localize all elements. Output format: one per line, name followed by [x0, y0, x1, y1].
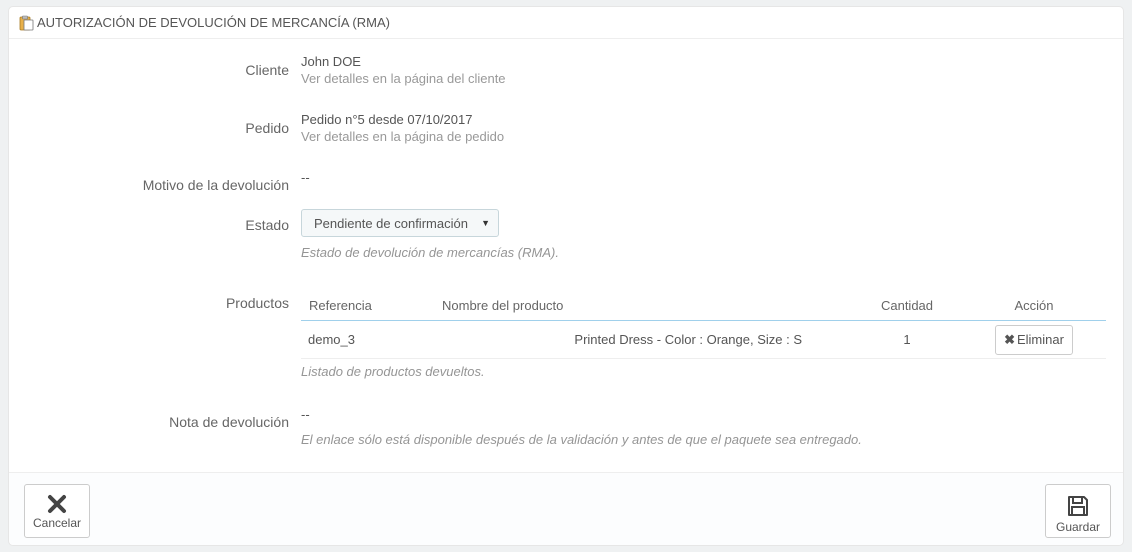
row-action-cell: ✖ Eliminar	[962, 320, 1106, 359]
products-help: Listado de productos devueltos.	[301, 364, 485, 379]
table-row: demo_3 Printed Dress - Color : Orange, S…	[301, 320, 1106, 359]
status-selected-value: Pendiente de confirmación	[314, 216, 468, 231]
row-product-name: Printed Dress - Color : Orange, Size : S	[434, 320, 852, 359]
cancel-button[interactable]: Cancelar	[24, 484, 90, 538]
save-label: Guardar	[1055, 520, 1101, 534]
status-help: Estado de devolución de mercancías (RMA)…	[301, 245, 559, 260]
order-text: Pedido n°5 desde 07/10/2017	[301, 112, 473, 127]
row-quantity: 1	[852, 320, 962, 359]
floppy-disk-icon	[1068, 496, 1088, 516]
note-label: Nota de devolución	[169, 414, 289, 430]
products-label: Productos	[225, 295, 289, 311]
caret-down-icon: ▼	[481, 218, 490, 228]
note-help: El enlace sólo está disponible después d…	[301, 432, 862, 447]
reason-value: --	[301, 170, 310, 185]
header-reference: Referencia	[301, 290, 434, 321]
customer-name: John DOE	[301, 54, 361, 69]
save-button[interactable]: Guardar	[1045, 484, 1111, 538]
products-table: Referencia Nombre del producto Cantidad …	[301, 290, 1106, 359]
header-action: Acción	[962, 290, 1106, 321]
customer-label: Cliente	[245, 62, 289, 78]
times-icon: ✖	[1004, 331, 1015, 347]
panel-heading: AUTORIZACIÓN DE DEVOLUCIÓN DE MERCANCÍA …	[9, 7, 1123, 39]
table-header-row: Referencia Nombre del producto Cantidad …	[301, 290, 1106, 321]
row-reference: demo_3	[301, 320, 434, 359]
status-label: Estado	[245, 217, 289, 233]
cancel-label: Cancelar	[32, 516, 82, 530]
customer-info: John DOE Ver detalles en la página del c…	[301, 54, 506, 86]
panel-title: AUTORIZACIÓN DE DEVOLUCIÓN DE MERCANCÍA …	[37, 15, 390, 30]
order-details-link[interactable]: Ver detalles en la página de pedido	[301, 129, 504, 144]
status-select[interactable]: Pendiente de confirmación ▼	[301, 209, 499, 237]
order-label: Pedido	[245, 120, 289, 136]
reason-label: Motivo de la devolución	[142, 177, 289, 193]
note-value: --	[301, 407, 310, 422]
delete-product-button[interactable]: ✖ Eliminar	[995, 324, 1073, 355]
header-product-name: Nombre del producto	[434, 290, 852, 321]
delete-label: Eliminar	[1016, 332, 1064, 347]
close-icon	[48, 495, 66, 513]
rma-panel: AUTORIZACIÓN DE DEVOLUCIÓN DE MERCANCÍA …	[8, 6, 1124, 546]
header-quantity: Cantidad	[852, 290, 962, 321]
clipboard-icon	[19, 15, 34, 30]
panel-footer: Cancelar Guardar	[9, 472, 1123, 545]
customer-details-link[interactable]: Ver detalles en la página del cliente	[301, 71, 506, 86]
order-info: Pedido n°5 desde 07/10/2017 Ver detalles…	[301, 112, 504, 144]
